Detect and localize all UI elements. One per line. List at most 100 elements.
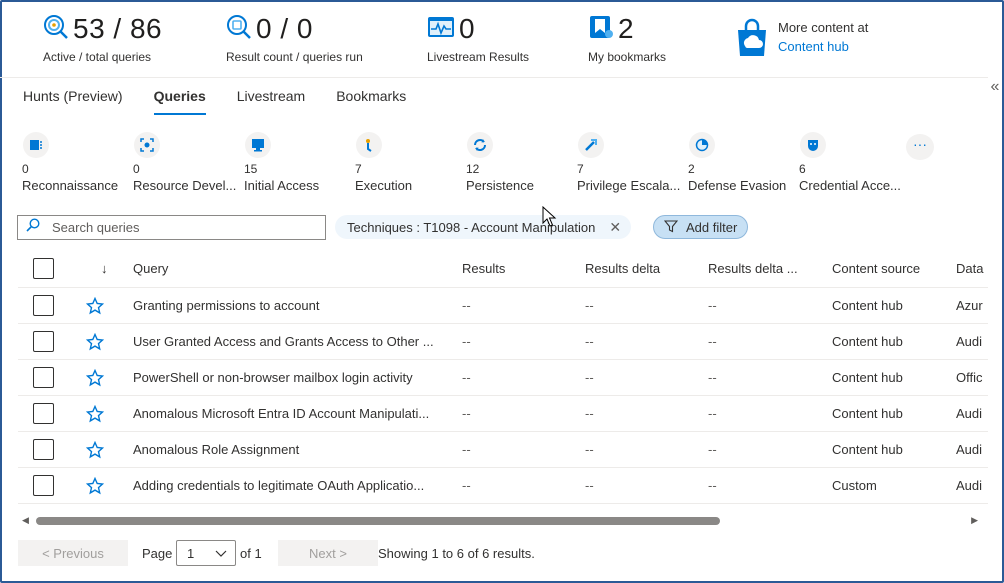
results-delta-pct-value: -- <box>708 442 717 457</box>
bookmark-star-icon[interactable] <box>86 288 104 323</box>
bookmark-star-icon[interactable] <box>86 396 104 431</box>
scrollbar-thumb[interactable] <box>36 517 720 525</box>
row-checkbox[interactable] <box>33 439 54 460</box>
tab-hunts[interactable]: Hunts (Preview) <box>23 88 123 115</box>
horizontal-scrollbar[interactable]: ◀ ▶ <box>18 512 986 530</box>
row-select-cell <box>33 432 54 467</box>
livestream-value: 0 <box>459 13 476 44</box>
query-name[interactable]: Anomalous Role Assignment <box>133 432 453 467</box>
tactic-defense-evasion[interactable]: 2 Defense Evasion <box>688 132 800 193</box>
tactic-name: Execution <box>355 178 413 193</box>
row-checkbox[interactable] <box>33 403 54 424</box>
query-name[interactable]: Adding credentials to legitimate OAuth A… <box>133 468 453 503</box>
persistence-icon <box>467 132 493 158</box>
tactic-count: 12 <box>466 162 480 176</box>
livestream-icon <box>427 15 455 44</box>
column-header-content-source[interactable]: Content source <box>832 250 942 287</box>
query-name[interactable]: PowerShell or non-browser mailbox login … <box>133 360 453 395</box>
tactic-count: 0 <box>133 162 140 176</box>
column-header-data-sources[interactable]: Data <box>956 250 988 287</box>
tactic-execution[interactable]: 7 Execution <box>355 132 467 193</box>
tab-queries[interactable]: Queries <box>153 88 206 115</box>
table-row[interactable]: Granting permissions to account -- -- --… <box>18 288 988 324</box>
stat-active-queries: 53 / 86 Active / total queries <box>43 12 162 64</box>
page-select[interactable]: 1 <box>176 540 236 566</box>
previous-page-button[interactable]: < Previous <box>18 540 128 566</box>
content-source-value: Content hub <box>832 442 903 457</box>
bookmark-star-icon[interactable] <box>86 432 104 467</box>
content-hub-link[interactable]: Content hub <box>778 37 868 56</box>
results-delta-value: -- <box>585 442 594 457</box>
scroll-right-icon[interactable]: ▶ <box>971 515 978 526</box>
data-source-value: Audi <box>956 442 983 457</box>
results-delta-pct-value: -- <box>708 334 717 349</box>
search-results-icon <box>226 14 252 45</box>
results-value: 0 / 0 <box>256 13 313 44</box>
privilege-escalation-icon <box>578 132 604 158</box>
stat-livestream: 0 Livestream Results <box>427 12 529 64</box>
tactic-resource-development[interactable]: 0 Resource Devel... <box>133 132 245 193</box>
results-summary: Showing 1 to 6 of 6 results. <box>378 546 535 561</box>
tactic-reconnaissance[interactable]: 0 Reconnaissance <box>22 132 134 193</box>
search-icon <box>26 218 40 237</box>
tab-bookmarks[interactable]: Bookmarks <box>336 88 406 115</box>
tab-livestream[interactable]: Livestream <box>237 88 305 115</box>
search-box[interactable] <box>17 215 326 240</box>
tactic-count: 7 <box>355 162 362 176</box>
column-header-results-delta[interactable]: Results delta <box>585 250 695 287</box>
queries-table: ↓ Query Results Results delta Results de… <box>18 250 988 504</box>
tactic-credential-access[interactable]: 6 Credential Acce... <box>799 132 911 193</box>
content-source-value: Content hub <box>832 406 903 421</box>
next-page-button[interactable]: Next > <box>278 540 378 566</box>
query-name[interactable]: Granting permissions to account <box>133 288 453 323</box>
scroll-left-icon[interactable]: ◀ <box>22 515 29 526</box>
row-checkbox[interactable] <box>33 295 54 316</box>
table-row[interactable]: Anomalous Microsoft Entra ID Account Man… <box>18 396 988 432</box>
bookmark-star-icon[interactable] <box>86 360 104 395</box>
row-select-cell <box>33 360 54 395</box>
table-row[interactable]: Adding credentials to legitimate OAuth A… <box>18 468 988 504</box>
bookmark-star-icon[interactable] <box>86 324 104 359</box>
tactic-name: Initial Access <box>244 178 320 193</box>
results-delta-value: -- <box>585 406 594 421</box>
more-tactics-button[interactable]: ··· <box>906 134 934 160</box>
remove-filter-icon[interactable]: ✕ <box>609 219 621 236</box>
bookmarks-value: 2 <box>618 13 635 44</box>
query-name[interactable]: Anomalous Microsoft Entra ID Account Man… <box>133 396 453 431</box>
query-name[interactable]: User Granted Access and Grants Access to… <box>133 324 453 359</box>
tactic-name: Persistence <box>466 178 534 193</box>
row-checkbox[interactable] <box>33 331 54 352</box>
collapse-panel-icon[interactable]: « <box>988 78 1002 96</box>
table-row[interactable]: User Granted Access and Grants Access to… <box>18 324 988 360</box>
content-hub-promo: More content at Content hub <box>734 18 868 63</box>
tactic-name: Resource Devel... <box>133 178 237 193</box>
search-input[interactable] <box>50 219 300 236</box>
table-header-row: ↓ Query Results Results delta Results de… <box>18 250 988 288</box>
pagination: < Previous Page 1 of 1 Next > Showing 1 … <box>18 540 958 566</box>
stats-bar: 53 / 86 Active / total queries 0 / 0 Res… <box>0 0 988 78</box>
column-header-results[interactable]: Results <box>462 250 572 287</box>
tactic-count: 15 <box>244 162 258 176</box>
row-checkbox[interactable] <box>33 367 54 388</box>
chevron-down-icon <box>215 547 227 562</box>
select-all-checkbox[interactable] <box>33 258 54 279</box>
tactic-count: 6 <box>799 162 806 176</box>
results-delta-value: -- <box>585 298 594 313</box>
results-label: Result count / queries run <box>226 50 363 64</box>
technique-filter-pill[interactable]: Techniques : T1098 - Account Manipulatio… <box>335 215 632 239</box>
stat-bookmarks: 2 My bookmarks <box>588 12 666 64</box>
tactic-privilege-escalation[interactable]: 7 Privilege Escala... <box>577 132 689 193</box>
active-queries-value: 53 / 86 <box>73 13 163 44</box>
tactic-persistence[interactable]: 12 Persistence <box>466 132 578 193</box>
table-row[interactable]: Anomalous Role Assignment -- -- -- Conte… <box>18 432 988 468</box>
column-header-results-delta-pct[interactable]: Results delta ... <box>708 250 818 287</box>
tactic-initial-access[interactable]: 15 Initial Access <box>244 132 356 193</box>
table-row[interactable]: PowerShell or non-browser mailbox login … <box>18 360 988 396</box>
sort-arrow-icon[interactable]: ↓ <box>101 250 108 287</box>
initial-access-icon <box>245 132 271 158</box>
bookmark-star-icon[interactable] <box>86 468 104 503</box>
filter-funnel-icon <box>663 219 679 236</box>
add-filter-button[interactable]: Add filter <box>653 215 749 239</box>
row-checkbox[interactable] <box>33 475 54 496</box>
column-header-query[interactable]: Query <box>133 250 453 287</box>
